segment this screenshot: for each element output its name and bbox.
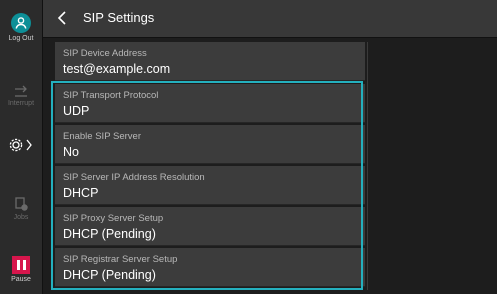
side-rail: Log Out Interrupt Jobs Pause bbox=[0, 0, 43, 294]
interrupt-button: Interrupt bbox=[0, 84, 42, 107]
setting-label: SIP Server IP Address Resolution bbox=[63, 172, 205, 183]
list-item-sip-server-ip-resolution[interactable]: SIP Server IP Address Resolution DHCP bbox=[55, 166, 365, 205]
pause-icon bbox=[12, 256, 30, 274]
logout-button[interactable]: Log Out bbox=[0, 13, 42, 42]
interrupt-label: Interrupt bbox=[7, 100, 35, 107]
setting-value: DHCP (Pending) bbox=[63, 268, 156, 282]
setting-value: test@example.com bbox=[63, 62, 171, 76]
page-title: SIP Settings bbox=[83, 10, 155, 25]
settings-menu-button[interactable] bbox=[0, 137, 42, 153]
setting-label: SIP Device Address bbox=[63, 48, 147, 59]
back-button[interactable] bbox=[53, 8, 73, 28]
setting-label: Enable SIP Server bbox=[63, 131, 141, 142]
list-item-sip-device-address[interactable]: SIP Device Address test@example.com bbox=[55, 42, 365, 81]
list-item-enable-sip-server[interactable]: Enable SIP Server No bbox=[55, 125, 365, 164]
interrupt-icon bbox=[15, 85, 27, 97]
jobs-button: Jobs bbox=[0, 196, 42, 221]
logout-label: Log Out bbox=[8, 35, 34, 42]
setting-value: No bbox=[63, 145, 79, 159]
setting-value: DHCP (Pending) bbox=[63, 227, 156, 241]
pause-label: Pause bbox=[11, 276, 31, 283]
setting-label: SIP Registrar Server Setup bbox=[63, 254, 178, 265]
gear-icon bbox=[9, 138, 32, 152]
list-item-sip-transport-protocol[interactable]: SIP Transport Protocol UDP bbox=[55, 84, 365, 123]
header-bar: SIP Settings bbox=[43, 0, 497, 38]
scrollbar[interactable] bbox=[367, 42, 368, 290]
list-item-sip-proxy-server-setup[interactable]: SIP Proxy Server Setup DHCP (Pending) bbox=[55, 207, 365, 246]
setting-value: UDP bbox=[63, 104, 90, 118]
setting-label: SIP Proxy Server Setup bbox=[63, 213, 164, 224]
list-item-sip-registrar-server-setup[interactable]: SIP Registrar Server Setup DHCP (Pending… bbox=[55, 248, 365, 287]
jobs-icon bbox=[15, 197, 28, 211]
pause-button[interactable]: Pause bbox=[0, 256, 42, 283]
setting-label: SIP Transport Protocol bbox=[63, 90, 159, 101]
jobs-label: Jobs bbox=[13, 214, 29, 221]
user-icon bbox=[11, 13, 31, 33]
setting-value: DHCP bbox=[63, 186, 99, 200]
chevron-left-icon bbox=[57, 11, 66, 25]
